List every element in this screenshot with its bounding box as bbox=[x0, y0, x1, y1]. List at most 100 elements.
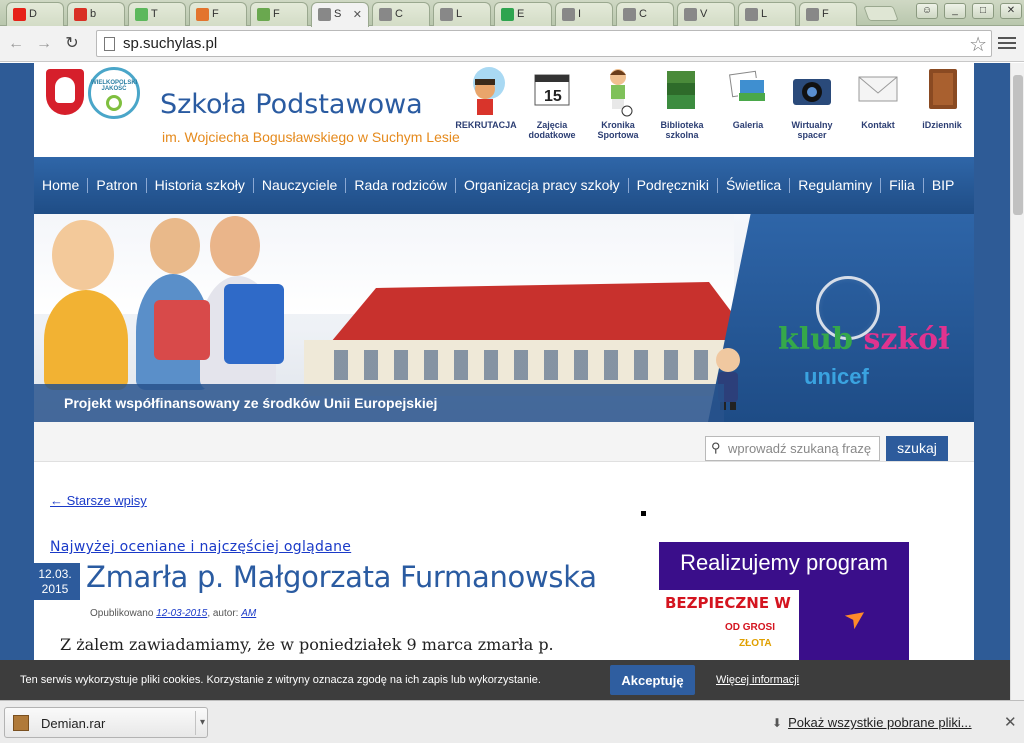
browser-tab[interactable]: I bbox=[555, 2, 613, 26]
quick-link-kontakt[interactable]: Kontakt bbox=[846, 65, 910, 130]
gmail-icon bbox=[74, 8, 87, 21]
address-bar[interactable]: sp.suchylas.pl ☆ bbox=[96, 30, 992, 57]
browser-tab[interactable]: V bbox=[677, 2, 735, 26]
quick-link-spacer[interactable]: Wirtualny spacer bbox=[780, 65, 844, 140]
download-menu-icon[interactable]: ▾ bbox=[195, 711, 205, 735]
school-title[interactable]: Szkoła Podstawowa bbox=[160, 89, 423, 120]
page-icon bbox=[684, 8, 697, 21]
search-button[interactable]: szukaj bbox=[886, 436, 948, 461]
nav-item[interactable]: Podręczniki bbox=[629, 178, 718, 193]
svg-text:15: 15 bbox=[544, 88, 562, 105]
post-date-link[interactable]: 12-03-2015 bbox=[156, 608, 207, 619]
post-date-day: 12.03. bbox=[38, 567, 72, 581]
close-download-bar-icon[interactable]: ✕ bbox=[1004, 713, 1017, 731]
reload-icon[interactable]: ↻ bbox=[62, 34, 82, 54]
tab-label: L bbox=[761, 8, 768, 20]
cookie-more-link[interactable]: Więcej informacji bbox=[716, 674, 799, 686]
badge-text: WIELKOPOLSKI JAKOŚĆ bbox=[91, 80, 138, 92]
search-row: ⚲ wprowadź szukaną frazę szukaj bbox=[34, 422, 974, 462]
archive-file-icon bbox=[13, 715, 29, 731]
unicef-logo: unicef bbox=[804, 364, 869, 389]
browser-tab[interactable]: C bbox=[372, 2, 430, 26]
nav-item[interactable]: Organizacja pracy szkoły bbox=[456, 178, 629, 193]
chrome-menu-icon[interactable] bbox=[998, 34, 1016, 52]
browser-tab[interactable]: S ✕ bbox=[311, 2, 369, 27]
tab-label: E bbox=[517, 8, 525, 20]
page-scrollbar[interactable] bbox=[1010, 63, 1024, 700]
tab-label: b bbox=[90, 8, 97, 20]
quick-link-rekrutacja[interactable]: REKRUTACJA bbox=[454, 65, 518, 130]
page-icon bbox=[745, 8, 758, 21]
nav-item[interactable]: Nauczyciele bbox=[254, 178, 347, 193]
bookmark-star-icon[interactable]: ☆ bbox=[969, 32, 987, 57]
close-window-button[interactable]: ✕ bbox=[1000, 3, 1022, 19]
g-orange-icon bbox=[196, 8, 209, 21]
tab-label: F bbox=[212, 8, 219, 20]
calendar-icon: 15 bbox=[534, 74, 570, 106]
banner-caption: Projekt współfinansowany ze środków Unii… bbox=[34, 384, 724, 422]
nav-item[interactable]: Rada rodziców bbox=[346, 178, 456, 193]
nav-item[interactable]: Patron bbox=[88, 178, 147, 193]
browser-tab[interactable]: F bbox=[799, 2, 857, 26]
page-viewport: WIELKOPOLSKI JAKOŚĆ Szkoła Podstawowa im… bbox=[0, 63, 1010, 700]
older-posts-link[interactable]: ← Starsze wpisy bbox=[50, 493, 147, 508]
maximize-button[interactable]: □ bbox=[972, 3, 994, 19]
page-icon bbox=[623, 8, 636, 21]
browser-tab[interactable]: b bbox=[67, 2, 125, 26]
browser-tab[interactable]: D bbox=[6, 2, 64, 26]
page-icon bbox=[806, 8, 819, 21]
url-text[interactable]: sp.suchylas.pl bbox=[123, 35, 217, 52]
post-date-year: 2015 bbox=[41, 582, 69, 596]
page-icon bbox=[562, 8, 575, 21]
browser-tab[interactable]: C bbox=[616, 2, 674, 26]
search-input[interactable]: ⚲ wprowadź szukaną frazę bbox=[705, 436, 880, 461]
show-all-downloads[interactable]: ⬇ Pokaż wszystkie pobrane pliki... bbox=[772, 715, 972, 730]
close-tab-icon[interactable]: ✕ bbox=[353, 8, 362, 21]
program-title: Realizujemy program bbox=[680, 550, 888, 575]
post-author-link[interactable]: AM bbox=[241, 608, 256, 619]
nav-item[interactable]: BIP bbox=[924, 178, 963, 193]
page-icon bbox=[379, 8, 392, 21]
marker-dot bbox=[641, 511, 646, 516]
back-icon[interactable]: ← bbox=[6, 34, 26, 54]
browser-tab[interactable]: F bbox=[189, 2, 247, 26]
minimize-button[interactable]: _ bbox=[944, 3, 966, 19]
tab-label: C bbox=[639, 8, 647, 20]
main-navigation: Home Patron Historia szkoły Nauczyciele Rada… bbox=[34, 157, 974, 214]
nav-item[interactable]: Filia bbox=[881, 178, 924, 193]
browser-tab[interactable]: E bbox=[494, 2, 552, 26]
nav-item[interactable]: Świetlica bbox=[718, 178, 791, 193]
leaf-icon bbox=[135, 8, 148, 21]
page-icon bbox=[440, 8, 453, 21]
cookie-accept-button[interactable]: Akceptuję bbox=[610, 665, 695, 695]
forward-icon[interactable]: → bbox=[34, 34, 54, 54]
klub-szkol-logo[interactable]: klub szkół bbox=[778, 322, 950, 357]
program-banner-text-3: ZŁOTA bbox=[739, 638, 772, 649]
nav-item[interactable]: Home bbox=[34, 178, 89, 193]
quick-link-galeria[interactable]: Galeria bbox=[716, 65, 780, 130]
download-filename: Demian.rar bbox=[41, 716, 106, 731]
popular-posts-link[interactable]: Najwyżej oceniane i najczęściej oglądane bbox=[50, 539, 351, 555]
scrollbar-thumb[interactable] bbox=[1013, 75, 1023, 215]
main-content: ⚲ wprowadź szukaną frazę szukaj ← Starsz… bbox=[30, 422, 974, 700]
browser-tab[interactable]: F bbox=[250, 2, 308, 26]
new-tab-button[interactable] bbox=[863, 6, 899, 21]
photos-icon bbox=[729, 70, 766, 102]
quick-link-idziennik[interactable]: iDziennik bbox=[910, 65, 974, 130]
tab-label: D bbox=[29, 8, 37, 20]
download-item[interactable]: Demian.rar ▾ bbox=[4, 707, 208, 738]
program-banner-text: BEZPIECZNE W bbox=[665, 594, 791, 612]
quick-link-biblioteka[interactable]: Biblioteka szkolna bbox=[650, 65, 714, 140]
nav-item[interactable]: Historia szkoły bbox=[147, 178, 254, 193]
browser-tab[interactable]: L bbox=[433, 2, 491, 26]
school-subtitle: im. Wojciecha Bogusławskiego w Suchym Le… bbox=[162, 129, 460, 145]
profile-button[interactable]: ☺ bbox=[916, 3, 938, 19]
tab-label: V bbox=[700, 8, 708, 20]
browser-tab[interactable]: L bbox=[738, 2, 796, 26]
nav-item[interactable]: Regulaminy bbox=[790, 178, 882, 193]
post-title[interactable]: Zmarła p. Małgorzata Furmanowska bbox=[86, 560, 597, 594]
youtube-icon bbox=[13, 8, 26, 21]
browser-tab[interactable]: T bbox=[128, 2, 186, 26]
quick-link-zajecia[interactable]: 15 Zajęcia dodatkowe bbox=[520, 65, 584, 140]
quick-link-kronika[interactable]: Kronika Sportowa bbox=[586, 65, 650, 140]
